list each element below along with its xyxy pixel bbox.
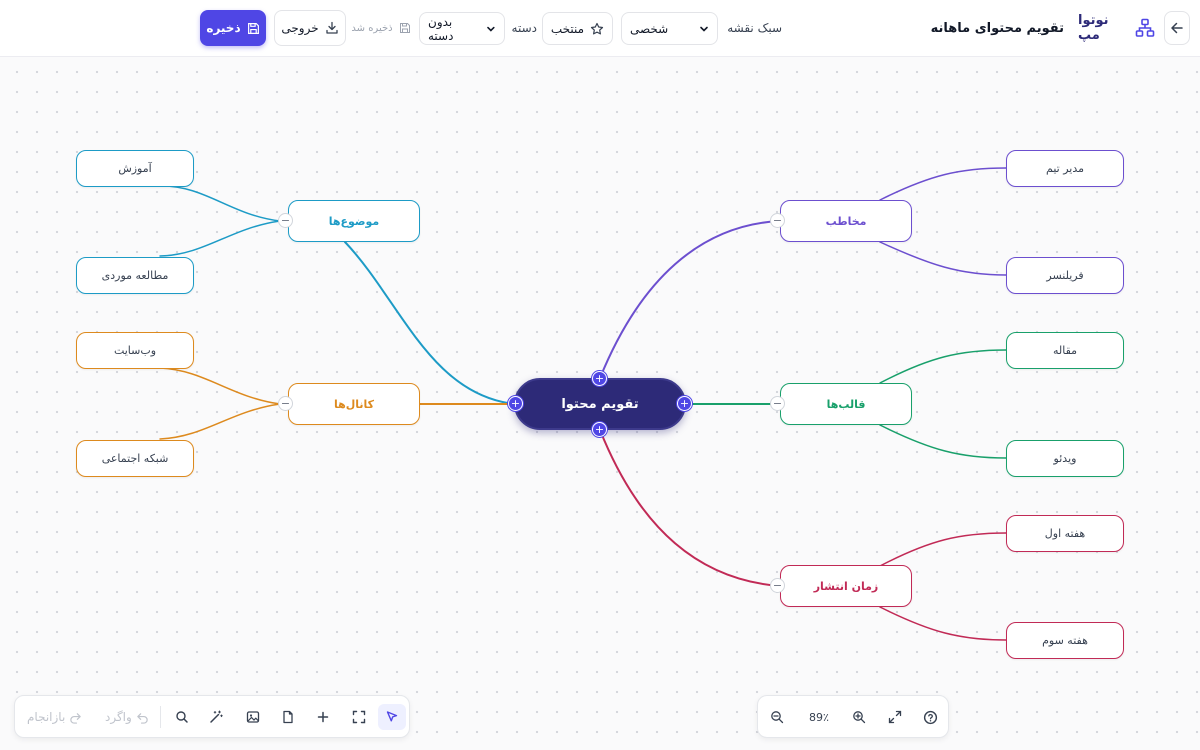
document-icon (283, 710, 293, 724)
search-icon (176, 711, 188, 723)
minus-icon: − (772, 214, 783, 227)
help-button[interactable] (916, 704, 944, 730)
zoom-toolbar: 89٪ (757, 695, 949, 738)
magic-layout-tool[interactable] (202, 704, 230, 730)
add-note-tool[interactable] (274, 704, 302, 730)
leaf-node-website[interactable]: وب‌سایت (76, 332, 194, 369)
connector-center-topics (344, 241, 516, 405)
connector-schedule-week3 (879, 606, 1007, 641)
undo-label: واگرد (105, 710, 132, 724)
zoom-in-button[interactable] (845, 704, 873, 730)
cursor-arrow-icon (386, 711, 398, 722)
connector-schedule-week1 (879, 532, 1007, 567)
leaf-node-social-network[interactable]: شبکه اجتماعی (76, 440, 194, 477)
minus-icon: − (280, 397, 291, 410)
connector-channels-website (159, 367, 281, 405)
fit-view-tool[interactable] (345, 704, 373, 730)
connector-center-schedule (599, 429, 781, 587)
minus-icon: − (772, 397, 783, 410)
collapse-audience-button[interactable]: − (770, 213, 785, 228)
branch-node-audience[interactable]: مخاطب (780, 200, 912, 242)
leaf-node-article[interactable]: مقاله (1006, 332, 1124, 369)
add-image-tool[interactable] (239, 704, 267, 730)
add-child-top-button[interactable]: + (592, 371, 607, 386)
help-circle-icon (923, 710, 937, 724)
plus-icon: + (510, 397, 521, 410)
redo-button[interactable]: بازانجام (27, 704, 82, 730)
connector-audience-team-lead (879, 167, 1007, 201)
add-node-tool[interactable] (309, 704, 337, 730)
connector-channels-social (159, 403, 281, 440)
minus-icon: − (280, 214, 291, 227)
connector-center-audience (599, 220, 781, 379)
leaf-node-team-lead[interactable]: مدیر تیم (1006, 150, 1124, 187)
leaf-node-case-study[interactable]: مطالعه موردی (76, 257, 194, 294)
zoom-out-button[interactable] (763, 704, 791, 730)
collapse-schedule-button[interactable]: − (770, 578, 785, 593)
branch-node-formats[interactable]: قالب‌ها (780, 383, 912, 425)
minus-icon: − (772, 579, 783, 592)
undo-arrow-icon (137, 712, 148, 724)
branch-node-topics[interactable]: موضوع‌ها (288, 200, 420, 242)
plus-icon: + (679, 397, 690, 410)
redo-label: بازانجام (27, 710, 66, 724)
frame-corners-icon (352, 710, 366, 724)
plus-icon: + (594, 423, 605, 436)
select-tool[interactable] (378, 704, 406, 730)
collapse-channels-button[interactable]: − (278, 396, 293, 411)
leaf-node-week-one[interactable]: هفته اول (1006, 515, 1124, 552)
connector-topics-training (159, 185, 281, 222)
plus-icon (317, 711, 329, 723)
connector-formats-article (879, 349, 1007, 384)
toolbar-divider (160, 706, 161, 728)
add-child-bottom-button[interactable]: + (592, 422, 607, 437)
image-icon (246, 711, 260, 723)
leaf-node-training[interactable]: آموزش (76, 150, 194, 187)
leaf-node-week-three[interactable]: هفته سوم (1006, 622, 1124, 659)
connector-audience-freelancer (879, 241, 1007, 276)
canvas-toolbar: واگرد بازانجام (14, 695, 410, 738)
collapse-formats-button[interactable]: − (770, 396, 785, 411)
connector-topics-case-study (159, 220, 281, 257)
zoom-level: 89٪ (809, 710, 829, 724)
leaf-node-video[interactable]: ویدئو (1006, 440, 1124, 477)
redo-arrow-icon (70, 712, 82, 724)
plus-icon: + (594, 372, 605, 385)
connector-formats-video (879, 424, 1007, 459)
fullscreen-button[interactable] (881, 704, 909, 730)
expand-icon (888, 710, 902, 724)
collapse-topics-button[interactable]: − (278, 213, 293, 228)
magic-wand-icon (210, 710, 223, 723)
add-child-right-button[interactable]: + (677, 396, 692, 411)
leaf-node-freelancer[interactable]: فریلنسر (1006, 257, 1124, 294)
zoom-in-icon (853, 711, 866, 724)
branch-node-channels[interactable]: کانال‌ها (288, 383, 420, 425)
branch-node-schedule[interactable]: زمان انتشار (780, 565, 912, 607)
search-tool[interactable] (168, 704, 196, 730)
zoom-out-icon (771, 711, 784, 724)
undo-button[interactable]: واگرد (105, 704, 149, 730)
add-child-left-button[interactable]: + (508, 396, 523, 411)
